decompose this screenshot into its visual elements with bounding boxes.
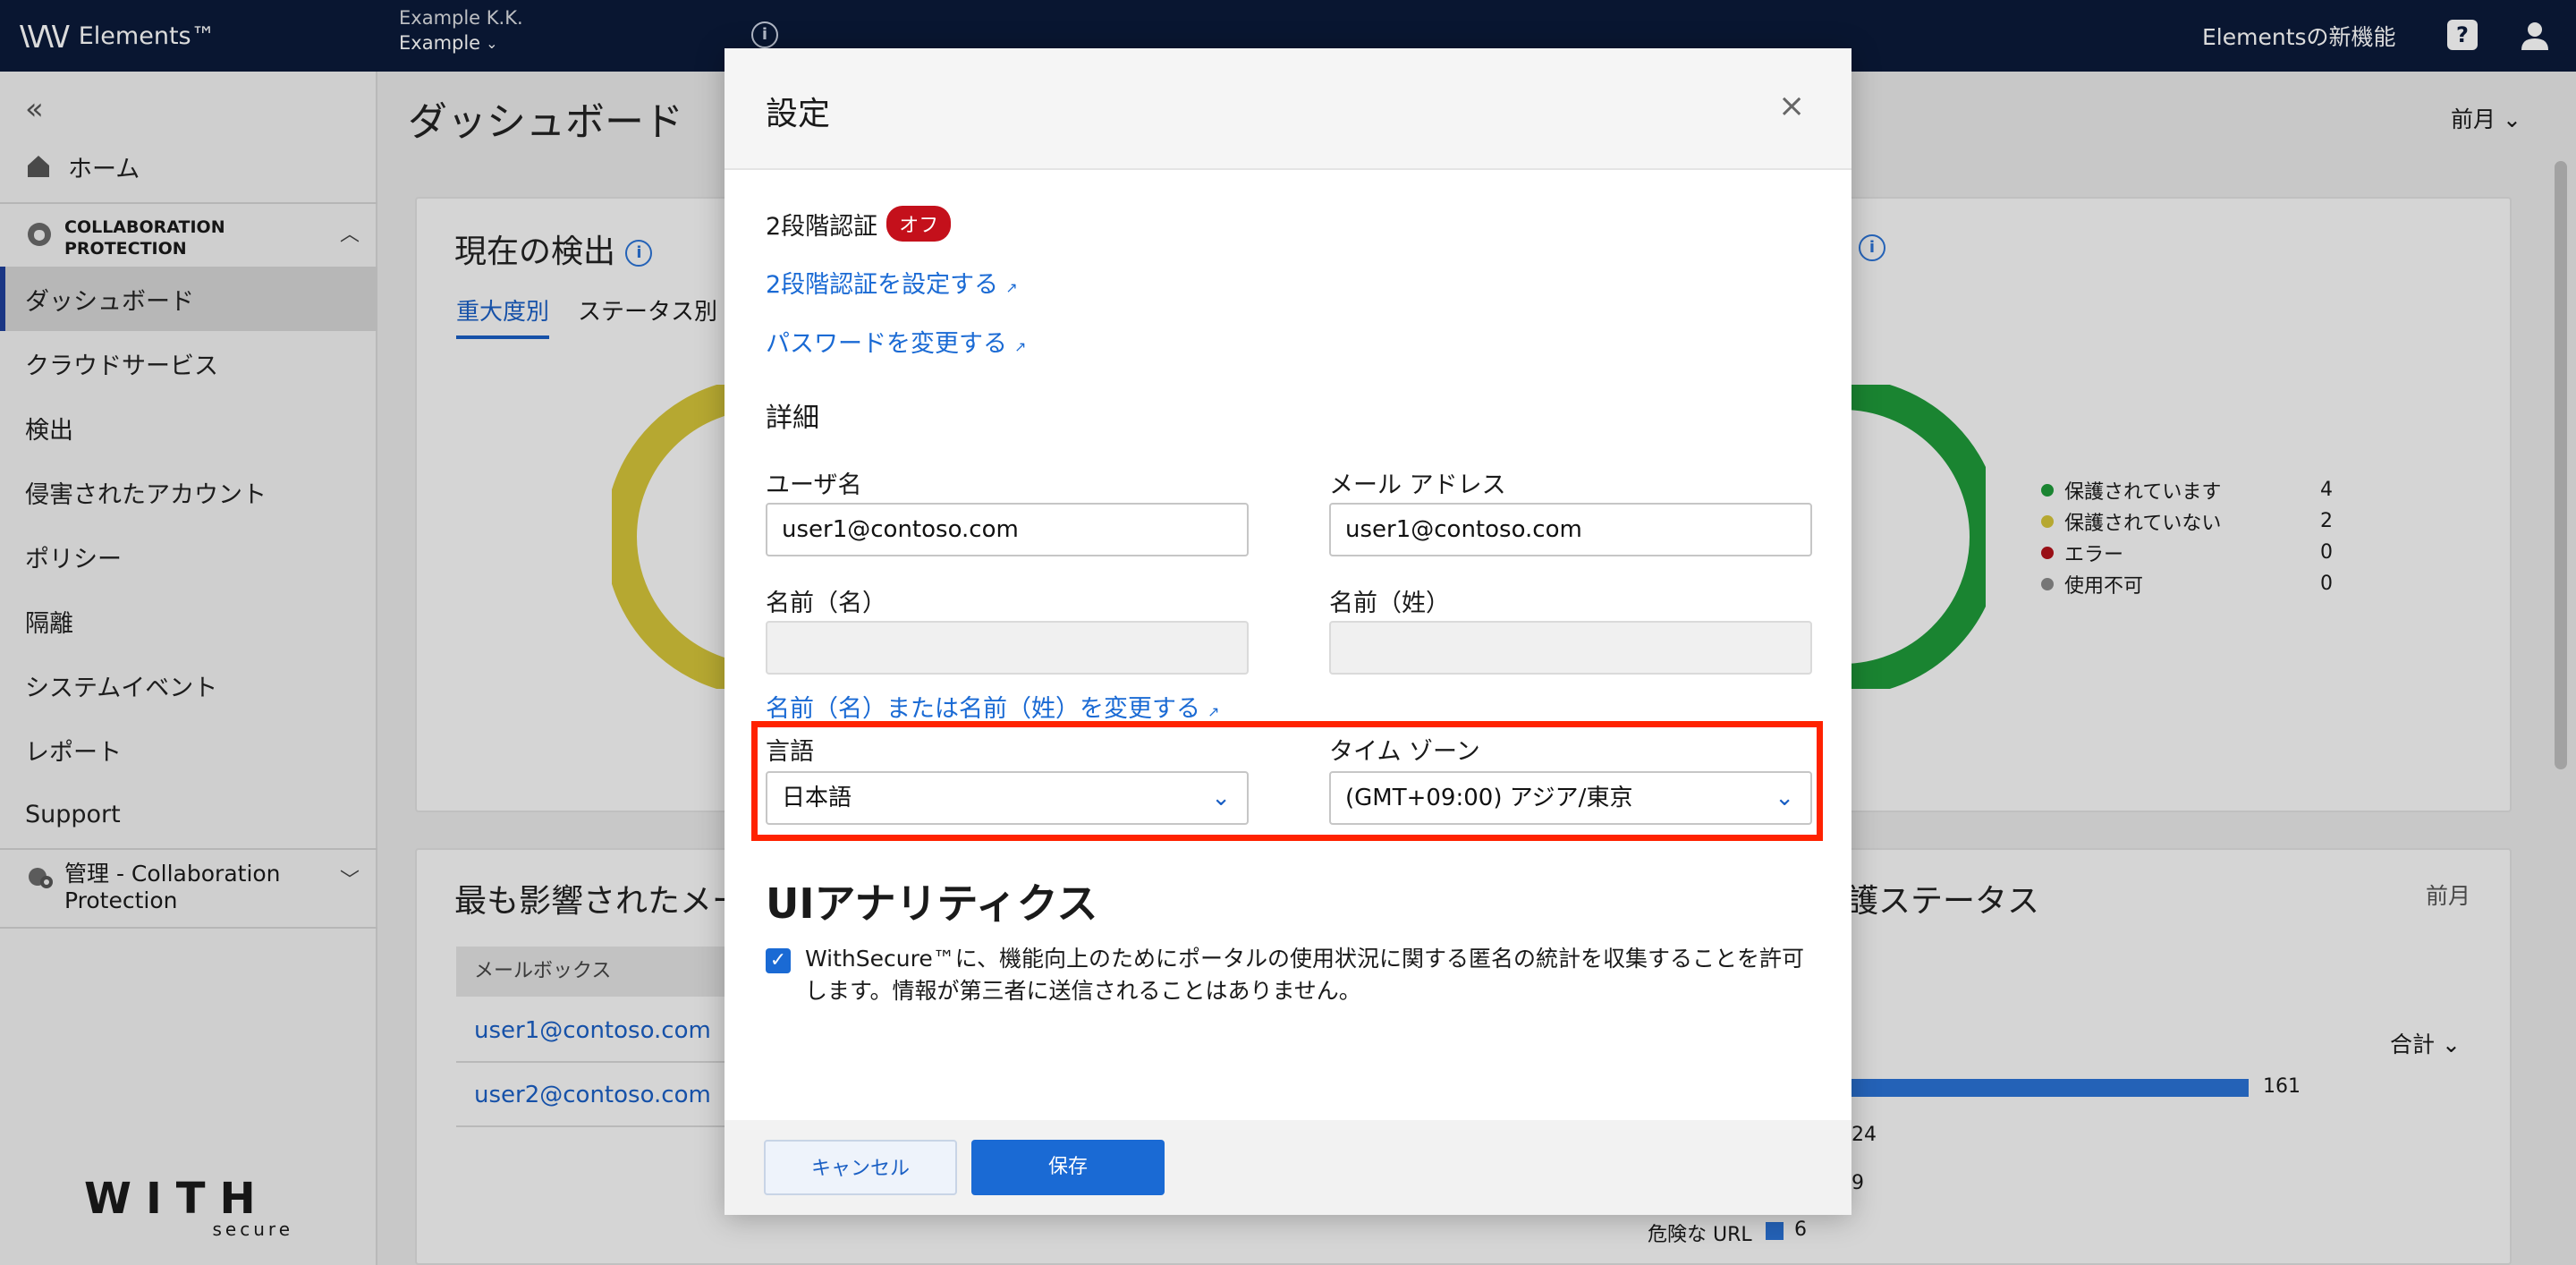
language-label: 言語 (766, 738, 814, 766)
two-factor-label: 2段階認証 (766, 212, 878, 241)
first-name-field (766, 621, 1249, 675)
analytics-consent-text: WithSecure™に、機能向上のためにポータルの使用状況に関する匿名の統計を… (805, 946, 1804, 1004)
username-field[interactable]: user1@contoso.com (766, 503, 1249, 556)
analytics-title: UIアナリティクス (766, 879, 1098, 928)
change-name-link[interactable]: 名前（名）または名前（姓）を変更する ↗ (766, 689, 1219, 724)
change-password-link[interactable]: パスワードを変更する ↗ (766, 324, 1026, 359)
chevron-down-icon: ⌄ (1211, 785, 1231, 811)
dialog-footer: キャンセル 保存 (724, 1120, 1852, 1215)
external-link-icon: ↗ (1208, 703, 1220, 720)
settings-dialog: 設定 × 2段階認証 オフ 2段階認証を設定する ↗ パスワードを変更する ↗ 詳細… (724, 48, 1852, 1215)
username-label: ユーザ名 (766, 471, 862, 499)
setup-2fa-link[interactable]: 2段階認証を設定する ↗ (766, 265, 1018, 300)
save-button[interactable]: 保存 (971, 1140, 1165, 1195)
last-name-field (1329, 621, 1812, 675)
language-value: 日本語 (782, 785, 852, 811)
dialog-title: 設定 (766, 96, 831, 132)
language-select[interactable]: 日本語 ⌄ (766, 771, 1249, 825)
link-text: 2段階認証を設定する (766, 271, 999, 299)
link-text: 名前（名）または名前（姓）を変更する (766, 695, 1200, 723)
email-label: メール アドレス (1329, 471, 1506, 499)
last-name-label: 名前（姓） (1329, 590, 1450, 617)
close-icon[interactable]: × (1778, 88, 1805, 124)
timezone-label: タイム ゾーン (1329, 738, 1480, 766)
external-link-icon: ↗ (1014, 338, 1027, 355)
two-factor-status: 2段階認証 オフ (766, 206, 952, 242)
details-heading: 詳細 (766, 403, 819, 434)
timezone-select[interactable]: (GMT+09:00) アジア/東京 ⌄ (1329, 771, 1812, 825)
chevron-down-icon: ⌄ (1775, 785, 1794, 811)
analytics-checkbox[interactable]: ✓ (766, 948, 791, 973)
timezone-value: (GMT+09:00) アジア/東京 (1345, 785, 1633, 811)
dialog-header: 設定 × (724, 48, 1852, 170)
cancel-button[interactable]: キャンセル (764, 1140, 957, 1195)
status-badge: オフ (886, 206, 952, 242)
link-text: パスワードを変更する (766, 330, 1007, 358)
first-name-label: 名前（名） (766, 590, 886, 617)
email-field[interactable]: user1@contoso.com (1329, 503, 1812, 556)
external-link-icon: ↗ (1005, 279, 1018, 296)
